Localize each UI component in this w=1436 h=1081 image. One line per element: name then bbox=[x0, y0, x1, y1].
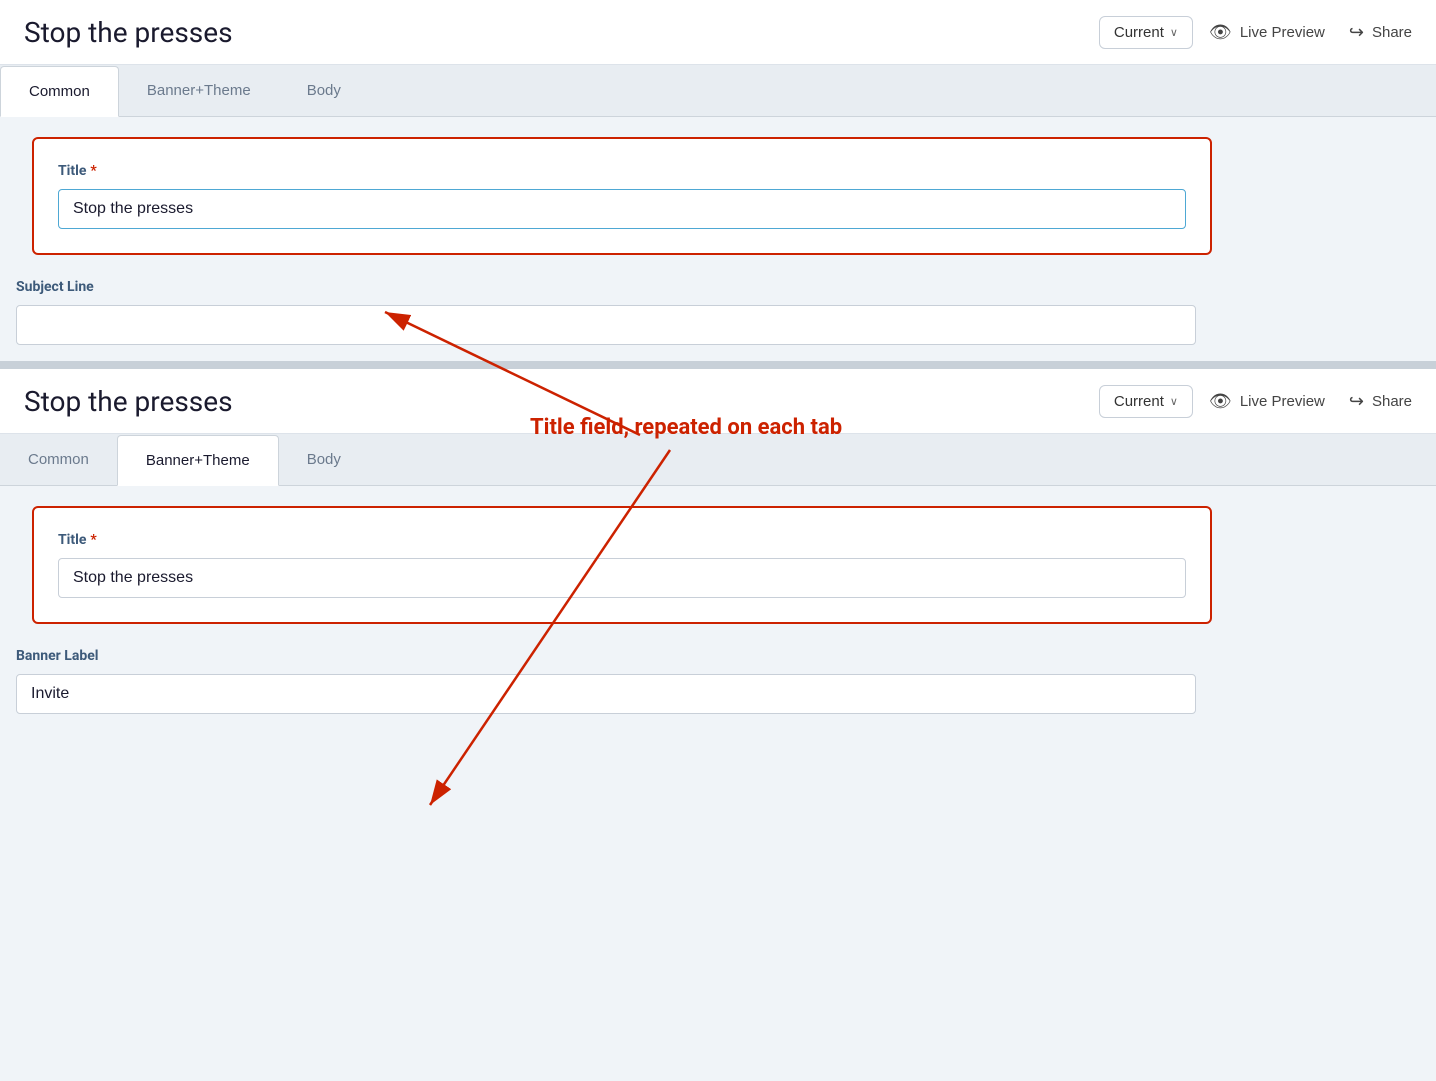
eye-icon-2: 👁 bbox=[1209, 391, 1232, 412]
section-1: Stop the presses Current ∨ 👁 Live Previe… bbox=[0, 0, 1436, 361]
required-star-2: * bbox=[90, 532, 96, 548]
tab-common-1[interactable]: Common bbox=[0, 66, 119, 117]
header-actions-1: 👁 Live Preview ↪ Share bbox=[1209, 22, 1412, 43]
current-dropdown-label-1: Current bbox=[1114, 24, 1164, 41]
live-preview-label-2: Live Preview bbox=[1240, 393, 1325, 410]
subject-line-label-1: Subject Line bbox=[16, 279, 1196, 295]
eye-icon-1: 👁 bbox=[1209, 22, 1232, 43]
share-button-2[interactable]: ↪ Share bbox=[1349, 391, 1412, 412]
required-star-1: * bbox=[90, 163, 96, 179]
current-dropdown-1[interactable]: Current ∨ bbox=[1099, 16, 1193, 49]
banner-label-input[interactable] bbox=[16, 674, 1196, 714]
title-label-2: Title * bbox=[58, 532, 1186, 548]
header-2: Stop the presses Current ∨ 👁 Live Previe… bbox=[0, 369, 1436, 434]
live-preview-label-1: Live Preview bbox=[1240, 24, 1325, 41]
tab-body-1[interactable]: Body bbox=[279, 65, 369, 116]
title-input-2[interactable] bbox=[58, 558, 1186, 598]
tab-body-2[interactable]: Body bbox=[279, 434, 369, 485]
section-divider bbox=[0, 361, 1436, 369]
live-preview-button-2[interactable]: 👁 Live Preview bbox=[1209, 391, 1325, 412]
content-wrapper-2: Title * Banner Label bbox=[0, 506, 1436, 734]
tab-banner-theme-2[interactable]: Banner+Theme bbox=[117, 435, 279, 486]
page-title-1: Stop the presses bbox=[24, 16, 1083, 49]
share-icon-1: ↪ bbox=[1349, 22, 1364, 43]
chevron-down-icon-1: ∨ bbox=[1170, 26, 1178, 39]
title-field-container-1: Title * bbox=[32, 137, 1212, 255]
title-input-1[interactable] bbox=[58, 189, 1186, 229]
subject-line-section-1: Subject Line bbox=[16, 279, 1196, 361]
banner-label-section: Banner Label bbox=[16, 648, 1196, 734]
title-field-container-2: Title * bbox=[32, 506, 1212, 624]
header-1: Stop the presses Current ∨ 👁 Live Previe… bbox=[0, 0, 1436, 65]
share-icon-2: ↪ bbox=[1349, 391, 1364, 412]
chevron-down-icon-2: ∨ bbox=[1170, 395, 1178, 408]
page-title-2: Stop the presses bbox=[24, 385, 1083, 418]
current-dropdown-2[interactable]: Current ∨ bbox=[1099, 385, 1193, 418]
banner-label-label: Banner Label bbox=[16, 648, 1196, 664]
section-2: Stop the presses Current ∨ 👁 Live Previe… bbox=[0, 369, 1436, 734]
current-dropdown-label-2: Current bbox=[1114, 393, 1164, 410]
tabs-bar-2: Common Banner+Theme Body bbox=[0, 434, 1436, 486]
header-actions-2: 👁 Live Preview ↪ Share bbox=[1209, 391, 1412, 412]
share-label-2: Share bbox=[1372, 393, 1412, 410]
tab-common-2[interactable]: Common bbox=[0, 434, 117, 485]
live-preview-button-1[interactable]: 👁 Live Preview bbox=[1209, 22, 1325, 43]
subject-line-input-1[interactable] bbox=[16, 305, 1196, 345]
share-button-1[interactable]: ↪ Share bbox=[1349, 22, 1412, 43]
tab-banner-theme-1[interactable]: Banner+Theme bbox=[119, 65, 279, 116]
share-label-1: Share bbox=[1372, 24, 1412, 41]
title-label-1: Title * bbox=[58, 163, 1186, 179]
tabs-bar-1: Common Banner+Theme Body bbox=[0, 65, 1436, 117]
